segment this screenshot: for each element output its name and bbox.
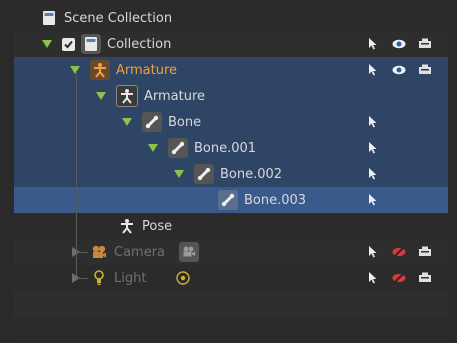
expand-arrow-icon[interactable] (42, 40, 52, 48)
select-cursor-icon[interactable] (366, 245, 380, 259)
outliner-row-armature-object[interactable]: Armature (14, 57, 448, 83)
render-camera-icon[interactable] (418, 271, 432, 285)
outliner-row-label: Bone.001 (194, 140, 257, 156)
outliner-row-bone-003[interactable]: Bone.003 (14, 187, 448, 213)
visibility-eye-icon[interactable] (392, 63, 406, 77)
select-cursor-icon[interactable] (366, 271, 380, 285)
render-camera-icon[interactable] (418, 37, 432, 51)
outliner-row-label: Scene Collection (64, 10, 173, 26)
expand-arrow-icon[interactable] (70, 66, 80, 74)
expand-arrow-icon[interactable] (96, 92, 106, 100)
outliner-row-bone[interactable]: Bone (14, 109, 448, 135)
armature-object-icon (90, 60, 110, 80)
outliner-row-pose[interactable]: Pose (14, 213, 448, 239)
bone-icon (168, 138, 188, 158)
light-icon (90, 269, 108, 287)
hidden-eye-icon[interactable] (392, 271, 406, 285)
select-cursor-icon[interactable] (366, 193, 380, 207)
outliner-row-bone-002[interactable]: Bone.002 (14, 161, 448, 187)
pose-icon (118, 217, 136, 235)
checkbox-enable-collection[interactable] (62, 37, 75, 51)
select-cursor-icon[interactable] (366, 37, 380, 51)
scene-collection-icon (40, 9, 58, 27)
outliner-row-label: Camera (114, 244, 166, 260)
hierarchy-line (76, 71, 77, 276)
outliner-row-label: Armature (144, 88, 206, 104)
outliner-row-collection[interactable]: Collection (14, 31, 448, 57)
expand-arrow-icon[interactable] (148, 144, 158, 152)
outliner-panel: Scene Collection Collection Armature Arm… (14, 5, 448, 343)
outliner-row-label: Light (114, 270, 147, 286)
outliner-empty-row (14, 317, 448, 343)
outliner-row-label: Bone.003 (244, 192, 307, 208)
camera-icon (90, 243, 108, 261)
collection-icon (81, 34, 101, 54)
hidden-eye-icon[interactable] (392, 245, 406, 259)
outliner-row-label: Bone.002 (220, 166, 283, 182)
light-data-icon (174, 269, 192, 287)
outliner-row-bone-001[interactable]: Bone.001 (14, 135, 448, 161)
visibility-eye-icon[interactable] (392, 37, 406, 51)
outliner-row-label: Collection (107, 36, 172, 52)
hierarchy-line (76, 278, 88, 279)
select-cursor-icon[interactable] (366, 115, 380, 129)
select-cursor-icon[interactable] (366, 141, 380, 155)
outliner-row-label: Pose (142, 218, 173, 234)
outliner-empty-row (14, 291, 448, 317)
outliner-row-scene-collection[interactable]: Scene Collection (14, 5, 448, 31)
select-cursor-icon[interactable] (366, 63, 380, 77)
outliner-row-label: Bone (168, 114, 202, 130)
render-camera-icon[interactable] (418, 63, 432, 77)
bone-icon (142, 112, 162, 132)
camera-data-icon (179, 242, 200, 262)
outliner-row-armature-data[interactable]: Armature (14, 83, 448, 109)
select-cursor-icon[interactable] (366, 167, 380, 181)
render-camera-icon[interactable] (418, 245, 432, 259)
expand-arrow-icon[interactable] (174, 170, 184, 178)
expand-arrow-icon[interactable] (122, 118, 132, 126)
hierarchy-line (76, 252, 88, 253)
bone-icon (218, 190, 238, 210)
bone-icon (194, 164, 214, 184)
outliner-row-label: Armature (116, 62, 178, 78)
armature-data-icon (116, 85, 138, 107)
